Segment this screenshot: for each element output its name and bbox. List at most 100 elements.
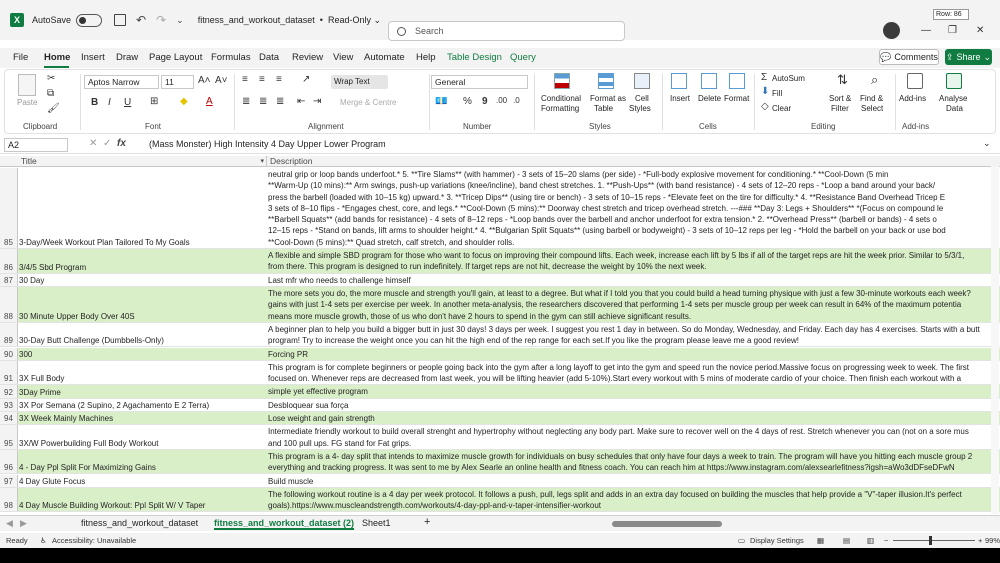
table-row[interactable]: 92 3Day Prime simple yet effective program — [0, 385, 1000, 399]
tab-scroll-right-icon[interactable]: ▶ — [20, 518, 27, 529]
description-cell[interactable]: simple yet effective program — [268, 386, 988, 397]
avatar[interactable] — [883, 22, 900, 39]
paste-icon[interactable] — [18, 74, 36, 96]
description-cell[interactable]: This program is for complete beginners o… — [268, 362, 988, 385]
row-number[interactable]: 87 — [0, 273, 18, 286]
title-cell[interactable]: 4 Day Glute Focus — [19, 477, 85, 486]
increase-decimal-icon[interactable]: .00 — [496, 96, 507, 105]
number-format-select[interactable]: General — [431, 75, 528, 89]
menu-draw[interactable]: Draw — [116, 52, 138, 63]
description-cell[interactable]: A beginner plan to help you build a bigg… — [268, 324, 988, 347]
increase-font-icon[interactable]: A˄ — [198, 75, 211, 86]
delete-cells-icon[interactable] — [701, 73, 717, 89]
comma-style-icon[interactable]: 9 — [482, 96, 488, 107]
align-right-icon[interactable]: ≣ — [276, 96, 284, 107]
row-number[interactable]: 90 — [0, 347, 18, 360]
title-cell[interactable]: 4 Day Muscle Building Workout: Ppl Split… — [19, 501, 205, 510]
title-cell[interactable]: 3X Full Body — [19, 374, 64, 383]
insert-cells-icon[interactable] — [671, 73, 687, 89]
menu-home[interactable]: Home — [44, 52, 70, 63]
percent-icon[interactable]: % — [463, 96, 472, 107]
title-cell[interactable]: 3-Day/Week Workout Plan Tailored To My G… — [19, 238, 190, 247]
sheet-tab-2[interactable]: fitness_and_workout_dataset (2) — [214, 518, 355, 530]
sheet-tab-3[interactable]: Sheet1 — [362, 518, 391, 528]
row-number[interactable]: 92 — [0, 385, 18, 398]
title-cell[interactable]: 30-Day Butt Challenge (Dumbbells-Only) — [19, 336, 164, 345]
zoom-level[interactable]: 99% — [985, 536, 1000, 545]
table-row[interactable]: 94 3X Week Mainly Machines Lose weight and… — [0, 412, 1000, 426]
share-button[interactable]: ⇪ Share ⌄ — [945, 49, 992, 65]
menu-table-design[interactable]: Table Design — [447, 52, 502, 63]
analyse-data-icon[interactable] — [946, 73, 962, 89]
title-cell[interactable]: 30 Minute Upper Body Over 40S — [19, 312, 135, 321]
decrease-indent-icon[interactable]: ⇤ — [297, 96, 305, 107]
accessibility-icon[interactable]: ♿ — [40, 536, 47, 545]
table-row[interactable]: 96 4 - Day Ppl Split For Maximizing Gains… — [0, 449, 1000, 475]
description-cell[interactable]: The following workout routine is a 4 day… — [268, 489, 988, 512]
menu-automate[interactable]: Automate — [364, 52, 405, 63]
sheet-tab-1[interactable]: fitness_and_workout_dataset — [81, 518, 198, 528]
table-row[interactable]: 85 3-Day/Week Workout Plan Tailored To My… — [0, 168, 1000, 250]
fill-label[interactable]: Fill — [772, 89, 782, 98]
row-number[interactable]: 97 — [0, 474, 18, 487]
row-number[interactable]: 91 — [0, 360, 18, 385]
table-row[interactable]: 87 30 Day Last mfr who needs to challenge … — [0, 273, 1000, 287]
merge-center-button[interactable]: Merge & Centre — [340, 98, 396, 107]
font-name-select[interactable]: Aptos Narrow — [84, 75, 159, 89]
menu-page-layout[interactable]: Page Layout — [149, 52, 202, 63]
page-layout-view-icon[interactable]: ▤ — [843, 536, 850, 545]
menu-formulas[interactable]: Formulas — [211, 52, 251, 63]
wrap-text-button[interactable]: Wrap Text — [331, 75, 388, 89]
title-cell[interactable]: 3X Por Semana (2 Supino, 2 Agachamento E… — [19, 401, 209, 410]
vertical-scrollbar[interactable] — [991, 166, 999, 514]
tab-scroll-left-icon[interactable]: ◀ — [6, 518, 13, 529]
format-as-table-icon[interactable] — [598, 73, 614, 89]
currency-icon[interactable]: 💶 — [435, 96, 447, 107]
menu-insert[interactable]: Insert — [81, 52, 105, 63]
fill-color-icon[interactable]: ◆ — [180, 96, 188, 107]
table-row[interactable]: 95 3X/W Powerbuilding Full Body Workout In… — [0, 425, 1000, 450]
search-box[interactable]: Search — [388, 21, 625, 41]
enter-icon[interactable]: ✓ — [103, 138, 111, 149]
autosum-label[interactable]: AutoSum — [772, 74, 805, 83]
zoom-slider[interactable] — [893, 540, 975, 541]
fill-icon[interactable]: ⬇ — [761, 86, 769, 97]
font-color-icon[interactable]: A — [206, 96, 213, 107]
redo-icon[interactable]: ↷ — [156, 13, 166, 27]
align-left-icon[interactable]: ≣ — [242, 96, 250, 107]
comments-button[interactable]: 💬 Comments — [879, 49, 939, 65]
page-break-view-icon[interactable]: ▥ — [867, 536, 874, 545]
row-number[interactable]: 89 — [0, 322, 18, 347]
description-cell[interactable]: neutral grip or loop bands underfoot.* 5… — [268, 169, 988, 248]
zoom-out-icon[interactable]: − — [884, 536, 888, 545]
customize-toolbar-icon[interactable]: ⌄ — [176, 15, 184, 26]
addins-icon[interactable] — [907, 73, 923, 89]
clear-icon[interactable]: ◇ — [761, 101, 769, 112]
bold-icon[interactable]: B — [91, 97, 98, 108]
name-box[interactable]: A2 — [4, 138, 68, 152]
cut-icon[interactable]: ✂ — [47, 73, 55, 84]
title-cell[interactable]: 4 - Day Ppl Split For Maximizing Gains — [19, 463, 156, 472]
menu-help[interactable]: Help — [416, 52, 436, 63]
column-header-description[interactable]: Description — [267, 156, 1000, 167]
close-icon[interactable]: ✕ — [976, 25, 984, 36]
table-row[interactable]: 98 4 Day Muscle Building Workout: Ppl Spl… — [0, 487, 1000, 513]
title-cell[interactable]: 3/4/5 Sbd Program — [19, 263, 86, 272]
column-header-title[interactable]: Title ▾ — [18, 156, 267, 167]
display-settings-icon[interactable]: ▭ — [738, 536, 745, 545]
autosum-icon[interactable]: Σ — [761, 72, 767, 83]
table-row[interactable]: 89 30-Day Butt Challenge (Dumbbells-Only)… — [0, 322, 1000, 348]
minimize-icon[interactable]: — — [921, 25, 931, 36]
select-all-corner[interactable] — [0, 156, 18, 167]
cell-styles-icon[interactable] — [634, 73, 650, 89]
table-row[interactable]: 91 3X Full Body This program is for comple… — [0, 360, 1000, 386]
description-cell[interactable]: A flexible and simple SBD program for th… — [268, 250, 988, 273]
menu-review[interactable]: Review — [292, 52, 323, 63]
format-painter-icon[interactable]: 🖌 — [47, 103, 60, 114]
row-number[interactable]: 85 — [0, 168, 18, 249]
borders-icon[interactable]: ⊞ — [150, 96, 158, 107]
menu-data[interactable]: Data — [259, 52, 279, 63]
filter-dropdown-icon[interactable]: ▾ — [260, 156, 264, 167]
title-cell[interactable]: 30 Day — [19, 276, 44, 285]
format-cells-icon[interactable] — [729, 73, 745, 89]
